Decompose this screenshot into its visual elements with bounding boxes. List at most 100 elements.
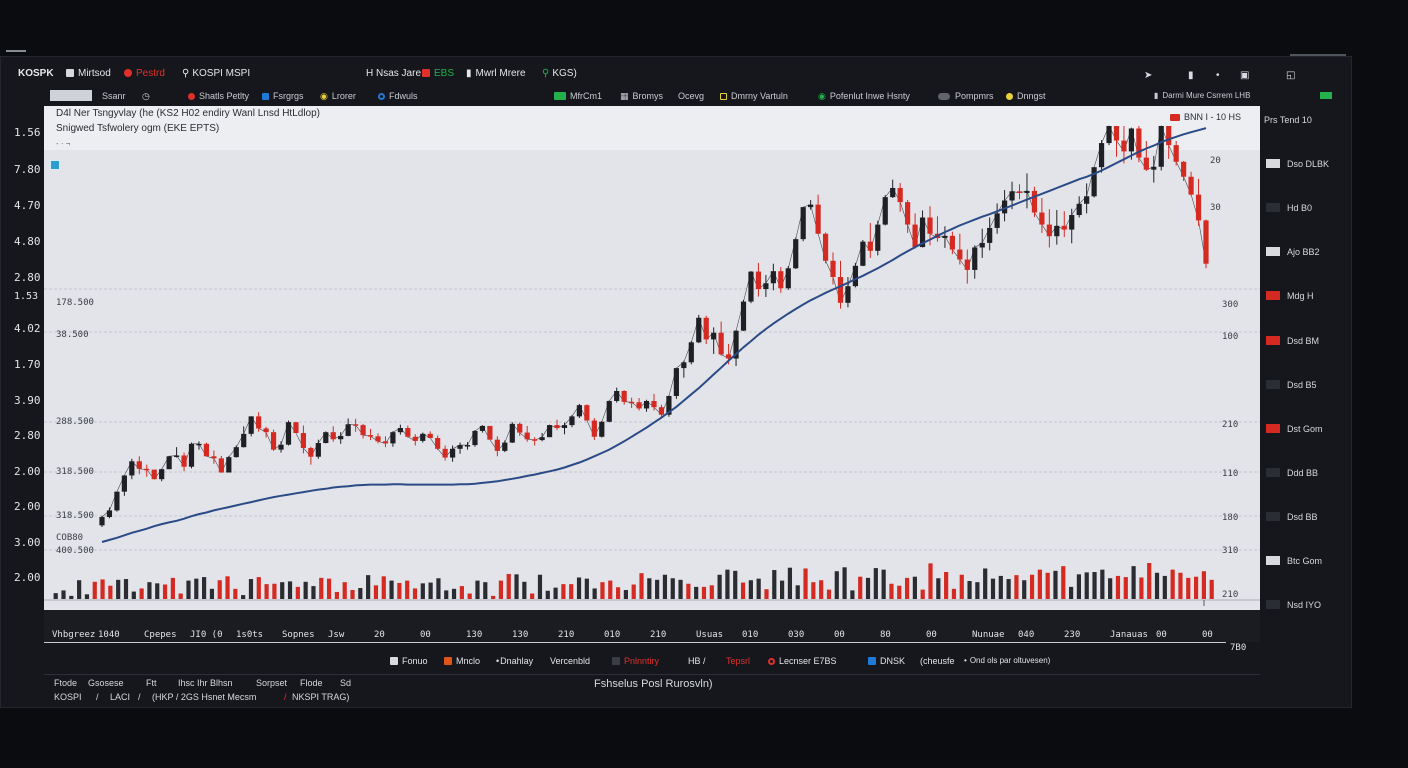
volume-bar (1061, 566, 1066, 599)
toolbar-item[interactable]: Ocevg (678, 91, 704, 101)
dot-menu-icon[interactable]: • (1216, 70, 1220, 81)
legend-item-label: DNSK (880, 656, 906, 666)
legend-label: Dst Gom (1287, 424, 1323, 434)
export-icon[interactable]: ◱ (1286, 70, 1295, 81)
topbar-item-kgs[interactable]: ⚲ KGS) (542, 68, 577, 79)
toolbar-search-box[interactable] (50, 90, 92, 101)
volume-bar (264, 584, 269, 599)
right-legend-item[interactable]: Dsd B5 (1266, 380, 1317, 390)
topbar-item-nsas[interactable]: H Nsas Jare (366, 68, 421, 79)
legend-item-cheusfe[interactable]: (cheusfe (920, 656, 955, 666)
symbol-label[interactable]: KOSPK (18, 68, 54, 79)
x-tick-label: 00 (834, 630, 845, 640)
candle-body (755, 271, 762, 290)
legend-item-hb[interactable]: HB / (688, 656, 706, 666)
x-tick-label: 80 (880, 630, 891, 640)
toolbar-item[interactable]: Fsrgrgs (262, 91, 304, 101)
legend-item-ond[interactable]: • Ond ols par oltuvesen) (964, 656, 1050, 665)
footer-label[interactable]: Sd (340, 678, 351, 688)
right-legend-item[interactable]: Btc Gom (1266, 556, 1322, 566)
window-icon[interactable]: ▮ (1188, 70, 1194, 81)
toolbar-item[interactable]: Dnngst (1006, 91, 1046, 101)
volume-bar (303, 581, 308, 599)
footer-label[interactable]: Sorpset (256, 678, 287, 688)
legend-item-dnahlay[interactable]: •Dnahlay (496, 656, 533, 666)
toolbar-item[interactable]: ◉ Pofenlut Inwe Hsnty (818, 91, 910, 102)
x-tick-label: 210 (558, 630, 575, 640)
topbar-item-mwrl[interactable]: ▮ Mwrl Mrere (466, 68, 526, 79)
candle-body (621, 390, 627, 402)
volume-bar (491, 595, 496, 599)
toolbar-item[interactable]: ▮ Darmi Mure Csrrem LHB (1154, 91, 1250, 100)
toolbar-item[interactable]: Ssanr (102, 91, 126, 101)
toolbar-item[interactable]: Shatls Petlty (188, 91, 249, 101)
volume-bar (826, 589, 832, 599)
topbar-item-label: KOSPI MSPI (192, 68, 251, 79)
right-legend-item[interactable]: Hd B0 (1266, 203, 1312, 213)
x-tick-label: Usuas (696, 630, 724, 640)
cursor-icon[interactable]: ➤ (1144, 70, 1152, 81)
right-legend-item[interactable]: Ddd BB (1266, 468, 1318, 478)
footer-label[interactable]: Ftode (54, 678, 77, 688)
right-legend-item[interactable]: Nsd IYO (1266, 600, 1321, 610)
legend-item-tepsrl[interactable]: Tepsrl (726, 656, 750, 666)
toolbar-item[interactable]: Dmrny Vartuln (720, 91, 788, 101)
breadcrumb-item[interactable]: NKSPI TRAG) (292, 692, 349, 702)
candle-body (524, 432, 530, 440)
toolbar-item[interactable]: Pompmrs (938, 91, 994, 101)
legend-item-vercenbld[interactable]: Vercenbld (550, 656, 590, 666)
candle-body (270, 432, 277, 450)
right-legend-header: Prs Tend 10 (1264, 115, 1312, 125)
volume-bar (850, 590, 855, 599)
legend-item-mnclo[interactable]: Mnclo (444, 656, 480, 666)
toolbar-item[interactable]: ▦ Bromys (620, 91, 663, 102)
candle-body (211, 456, 217, 459)
topbar-item-pestrd[interactable]: Pestrd (124, 68, 165, 79)
breadcrumb-item[interactable]: (HKP / 2GS Hsnet Mecsm (152, 692, 256, 702)
volume-bar (694, 586, 699, 599)
volume-bar (108, 585, 113, 599)
settings-icon[interactable]: ▣ (1240, 70, 1249, 81)
candle-body (778, 271, 784, 289)
right-legend-item[interactable]: Ajo BB2 (1266, 247, 1320, 257)
topbar-item-mirtsod[interactable]: Mirtsod (66, 68, 111, 79)
topbar-item-ebs[interactable]: EBS (422, 68, 454, 79)
right-legend-item[interactable]: Mdg H (1266, 291, 1314, 301)
price-chart[interactable] (44, 106, 1260, 610)
footer-label[interactable]: Ihsc Ihr Blhsn (178, 678, 233, 688)
chart-tag: BNN I - 10 HS (1170, 112, 1241, 122)
x-axis: Vhbgreez 1040 Cpepes JI0 (0 1s0ts Sopnes Jsw 20… (44, 610, 1260, 642)
candle-body (748, 271, 754, 302)
breadcrumb-item[interactable]: LACI (110, 692, 130, 702)
left-axis-label: 4.02 (14, 322, 41, 335)
right-legend-item[interactable]: Dsd BB (1266, 512, 1318, 522)
footer-label[interactable]: Gsosese (88, 678, 124, 688)
right-legend-item[interactable]: Dst Gom (1266, 424, 1323, 434)
footer-label[interactable]: Flode (300, 678, 323, 688)
toolbar-item[interactable]: MfrCm1 (554, 91, 602, 101)
x-tick-label: 210 (650, 630, 667, 640)
chart-panel[interactable]: D4l Ner Tsngyvlay (he (KS2 H02 endiry Wa… (44, 106, 1260, 610)
left-axis-label: 1.53 (14, 291, 39, 302)
clock-icon[interactable]: ◷ (142, 91, 150, 102)
draw-tool-icon[interactable] (50, 160, 60, 170)
right-legend-item[interactable]: Dsd BM (1266, 336, 1319, 346)
toolbar-item[interactable]: ◉ Lrorer (320, 91, 356, 102)
volume-bar (1201, 571, 1206, 599)
volume-bar (897, 585, 902, 599)
legend-swatch (1266, 159, 1280, 168)
topbar-item-kospi-search[interactable]: ⚲ KOSPI MSPI (182, 68, 250, 79)
legend-item-label: Mnclo (456, 656, 481, 666)
legend-item-fonuo[interactable]: Fonuo (390, 656, 428, 666)
right-axis-label: 210 (1222, 420, 1239, 430)
breadcrumb-item[interactable]: KOSPI (54, 692, 82, 702)
volume-bar (592, 588, 597, 599)
legend-item-pnlnntiry[interactable]: Pnlnntiry (612, 656, 659, 666)
x-tick-label: 00 (1202, 630, 1213, 640)
legend-item-lecnser[interactable]: Lecnser E7BS (768, 656, 837, 666)
right-legend-item[interactable]: Dso DLBK (1266, 159, 1329, 169)
toolbar-item[interactable]: Fdwuls (378, 91, 418, 101)
footer-label[interactable]: Ftt (146, 678, 157, 688)
legend-item-dnsk[interactable]: DNSK (868, 656, 905, 666)
volume-bar (428, 582, 433, 599)
